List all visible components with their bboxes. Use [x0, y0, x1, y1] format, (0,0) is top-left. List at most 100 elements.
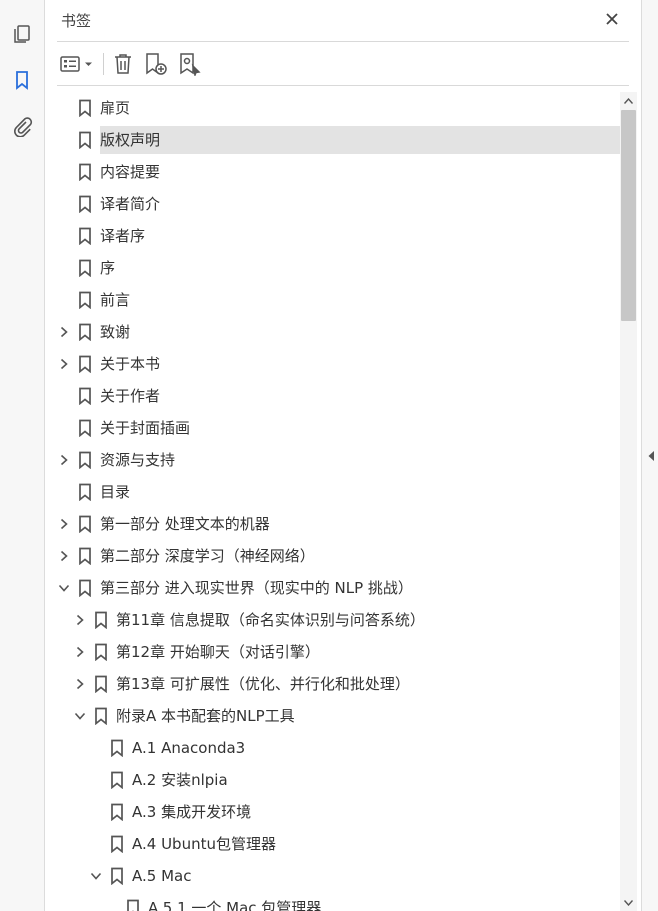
bookmark-icon [79, 419, 91, 437]
bookmark-label[interactable]: 前言 [100, 286, 138, 314]
bookmark-label[interactable]: 关于封面插画 [100, 414, 198, 442]
pages-icon[interactable] [8, 20, 36, 48]
chevron-right-icon[interactable] [73, 645, 87, 659]
bookmark-icon [111, 771, 123, 789]
bookmark-item[interactable]: 第12章 开始聊天（对话引擎） [45, 638, 620, 666]
bookmark-icon [79, 99, 91, 117]
collapse-panel-arrow-icon[interactable] [647, 450, 655, 462]
bookmark-label[interactable]: 资源与支持 [100, 446, 183, 474]
bookmark-icon [79, 355, 91, 373]
bookmarks-toolbar [59, 48, 210, 80]
bookmark-label[interactable]: A.2 安装nlpia [132, 766, 236, 794]
toolbar-separator [103, 53, 104, 75]
bookmark-item[interactable]: A.4 Ubuntu包管理器 [45, 830, 620, 858]
chevron-down-icon[interactable] [57, 581, 71, 595]
bookmark-item[interactable]: 前言 [45, 286, 620, 314]
bookmark-item[interactable]: 第13章 可扩展性（优化、并行化和批处理） [45, 670, 620, 698]
bookmark-label[interactable]: A.5 Mac [132, 862, 199, 890]
bookmark-item[interactable]: 版权声明 [45, 126, 620, 154]
chevron-right-icon[interactable] [57, 517, 71, 531]
bookmark-icon [79, 579, 91, 597]
bookmark-item[interactable]: A.5.1 一个 Mac 包管理器 [45, 894, 620, 911]
scroll-down-arrow-icon[interactable] [620, 894, 637, 911]
bookmark-item[interactable]: A.3 集成开发环境 [45, 798, 620, 826]
bookmark-item[interactable]: 关于本书 [45, 350, 620, 378]
chevron-right-icon[interactable] [57, 453, 71, 467]
bookmark-icon [111, 739, 123, 757]
bookmark-item[interactable]: 第一部分 处理文本的机器 [45, 510, 620, 538]
bookmark-item[interactable]: A.5 Mac [45, 862, 620, 890]
bookmark-label[interactable]: 第三部分 进入现实世界（现实中的 NLP 挑战） [100, 574, 421, 602]
bookmark-icon [95, 675, 107, 693]
bookmark-item[interactable]: 关于作者 [45, 382, 620, 410]
new-bookmark-icon [146, 53, 167, 75]
bookmark-item[interactable]: A.1 Anaconda3 [45, 734, 620, 762]
bookmark-item[interactable]: 译者序 [45, 222, 620, 250]
bookmark-item[interactable]: 内容提要 [45, 158, 620, 186]
bookmark-label[interactable]: 译者序 [100, 222, 153, 250]
bookmark-item[interactable]: 第11章 信息提取（命名实体识别与问答系统） [45, 606, 620, 634]
bookmark-item[interactable]: 目录 [45, 478, 620, 506]
bookmark-icon [79, 131, 91, 149]
chevron-down-icon[interactable] [73, 709, 87, 723]
bookmark-label[interactable]: 附录A 本书配套的NLP工具 [116, 702, 303, 730]
bookmark-icon [79, 515, 91, 533]
new-bookmark-button[interactable] [142, 49, 170, 79]
options-menu-button[interactable] [59, 49, 95, 79]
bookmarks-panel: 书签 扉页 版权声明 内容提要 译者简介 译者序 序 前言 致谢 关于本书 关于… [45, 0, 641, 911]
bookmark-item[interactable]: 扉页 [45, 94, 620, 122]
bookmark-label[interactable]: 第13章 可扩展性（优化、并行化和批处理） [116, 670, 418, 698]
divider [57, 41, 629, 42]
bookmark-label[interactable]: 第12章 开始聊天（对话引擎） [116, 638, 328, 666]
chevron-right-icon[interactable] [57, 357, 71, 371]
bookmark-label[interactable]: 关于作者 [100, 382, 168, 410]
bookmark-label[interactable]: 关于本书 [100, 350, 168, 378]
bookmark-label[interactable]: 目录 [100, 478, 138, 506]
bookmark-label[interactable]: 序 [100, 254, 123, 282]
panel-splitter[interactable] [641, 0, 658, 911]
bookmark-label[interactable]: A.5.1 一个 Mac 包管理器 [148, 894, 329, 911]
bookmark-icon [79, 195, 91, 213]
bookmark-label[interactable]: 内容提要 [100, 158, 168, 186]
bookmark-icon [79, 259, 91, 277]
bookmark-icon [111, 803, 123, 821]
bookmark-label[interactable]: 第一部分 处理文本的机器 [100, 510, 278, 538]
bookmark-item[interactable]: 附录A 本书配套的NLP工具 [45, 702, 620, 730]
bookmark-icon [79, 483, 91, 501]
bookmark-item[interactable]: 译者简介 [45, 190, 620, 218]
bookmark-label[interactable]: 版权声明 [100, 126, 620, 154]
close-icon[interactable] [601, 8, 623, 30]
bookmark-label[interactable]: 扉页 [100, 94, 138, 122]
bookmark-icon [79, 323, 91, 341]
attachments-icon[interactable] [8, 112, 36, 140]
bookmark-label[interactable]: 第11章 信息提取（命名实体识别与问答系统） [116, 606, 433, 634]
delete-bookmark-button[interactable] [110, 49, 136, 79]
bookmark-label[interactable]: A.3 集成开发环境 [132, 798, 259, 826]
bookmark-label[interactable]: 致谢 [100, 318, 138, 346]
bookmark-label[interactable]: A.4 Ubuntu包管理器 [132, 830, 284, 858]
vertical-scrollbar[interactable] [620, 92, 637, 911]
bookmark-label[interactable]: A.1 Anaconda3 [132, 734, 253, 762]
bookmark-icon [111, 867, 123, 885]
find-bookmark-button[interactable] [176, 49, 204, 79]
bookmark-item[interactable]: 第二部分 深度学习（神经网络） [45, 542, 620, 570]
navigation-rail [0, 0, 45, 911]
scrollbar-thumb[interactable] [621, 110, 636, 321]
bookmarks-icon[interactable] [8, 66, 36, 94]
bookmark-icon [79, 451, 91, 469]
bookmark-item[interactable]: 序 [45, 254, 620, 282]
bookmark-icon [95, 611, 107, 629]
scroll-up-arrow-icon[interactable] [620, 92, 637, 109]
bookmark-item[interactable]: 致谢 [45, 318, 620, 346]
bookmark-item[interactable]: 关于封面插画 [45, 414, 620, 442]
chevron-right-icon[interactable] [73, 613, 87, 627]
chevron-right-icon[interactable] [57, 325, 71, 339]
bookmark-item[interactable]: 资源与支持 [45, 446, 620, 474]
chevron-right-icon[interactable] [57, 549, 71, 563]
bookmark-item[interactable]: A.2 安装nlpia [45, 766, 620, 794]
bookmark-label[interactable]: 译者简介 [100, 190, 168, 218]
chevron-down-icon[interactable] [89, 869, 103, 883]
bookmark-item[interactable]: 第三部分 进入现实世界（现实中的 NLP 挑战） [45, 574, 620, 602]
chevron-right-icon[interactable] [73, 677, 87, 691]
bookmark-label[interactable]: 第二部分 深度学习（神经网络） [100, 542, 323, 570]
